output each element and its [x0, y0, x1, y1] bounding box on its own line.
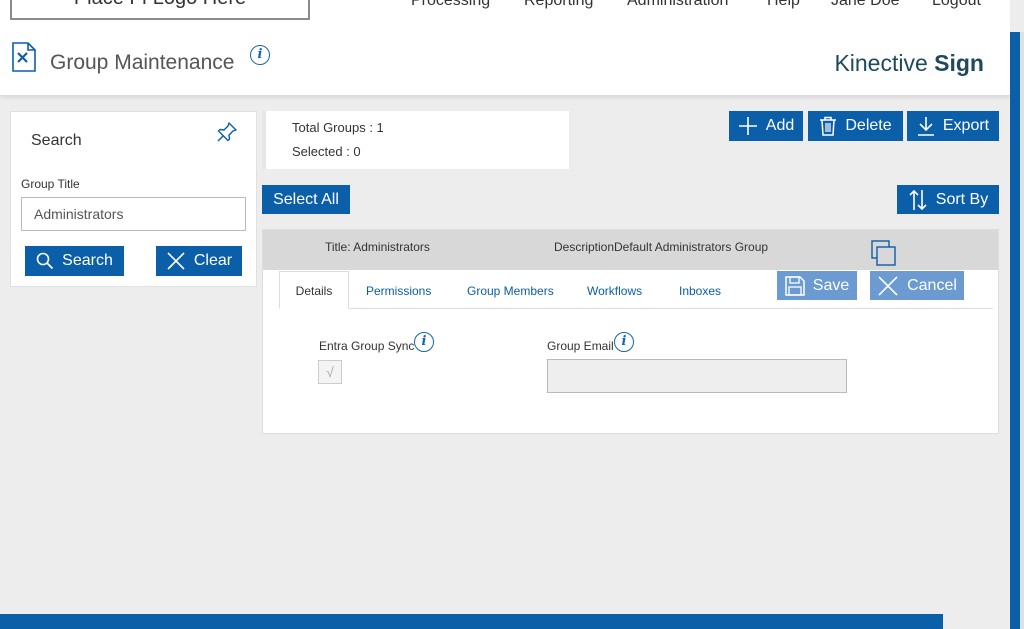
tab-inboxes[interactable]: Inboxes [679, 284, 721, 298]
sort-arrows-icon [909, 189, 927, 210]
entra-sync-info-icon[interactable]: i [414, 332, 434, 352]
search-button-label: Search [62, 252, 113, 269]
footer-bar [0, 614, 943, 629]
group-card-header[interactable]: Title: Administrators Description: Defau… [263, 230, 998, 270]
entra-group-sync-label: Entra Group Sync [319, 339, 415, 353]
nav-help[interactable]: Help [767, 0, 800, 10]
add-button-label: Add [765, 117, 795, 134]
group-email-info-icon[interactable]: i [614, 332, 634, 352]
export-button-label: Export [942, 117, 990, 134]
pin-icon[interactable] [215, 120, 239, 144]
delete-button-label: Delete [845, 117, 892, 134]
cancel-button[interactable]: Cancel [870, 271, 964, 300]
download-icon [917, 117, 934, 136]
sort-by-label: Sort By [935, 190, 989, 208]
nav-user-name[interactable]: Jane Doe [831, 0, 900, 10]
document-tools-icon [12, 42, 36, 72]
page-info-icon[interactable]: i [250, 45, 270, 65]
close-icon [167, 252, 185, 270]
nav-administration[interactable]: Administration [627, 0, 728, 10]
select-all-label: Select All [273, 190, 339, 208]
group-title-text: Title: Administrators [325, 240, 430, 254]
fi-logo-placeholder: Place FI Logo Here [10, 0, 310, 20]
group-email-input[interactable] [547, 359, 847, 393]
total-groups-count: Total Groups : 1 [292, 120, 384, 135]
tab-group-members[interactable]: Group Members [467, 284, 554, 298]
search-panel: Search Group Title Search Clear [10, 111, 257, 287]
group-title-label: Group Title [21, 177, 80, 191]
scrollbar-track [1020, 32, 1024, 629]
export-button[interactable]: Export [907, 111, 999, 141]
nav-logout[interactable]: Logout [932, 0, 981, 10]
entra-group-sync-checkbox[interactable]: √ [318, 360, 342, 384]
delete-button[interactable]: Delete [808, 111, 903, 141]
copy-icon[interactable] [871, 240, 897, 266]
results-summary: Total Groups : 1 Selected : 0 [262, 111, 569, 169]
sort-by-button[interactable]: Sort By [897, 185, 999, 214]
plus-icon [738, 117, 757, 135]
save-button-label: Save [812, 276, 850, 294]
group-description-value: Default Administrators Group [614, 240, 769, 254]
tab-details[interactable]: Details [279, 271, 349, 309]
group-description-label: Description: [554, 240, 614, 254]
group-email-label: Group Email [547, 339, 614, 353]
save-button[interactable]: Save [777, 271, 857, 300]
save-disk-icon [785, 275, 805, 296]
group-title-input[interactable] [21, 197, 246, 231]
close-icon [878, 275, 898, 296]
page-header: Group Maintenance i Kinective Sign [0, 28, 1010, 96]
group-detail-card: Title: Administrators Description: Defau… [262, 229, 999, 434]
search-button[interactable]: Search [25, 246, 124, 276]
trash-icon [820, 116, 837, 136]
nav-processing[interactable]: Processing [411, 0, 490, 10]
add-button[interactable]: Add [729, 111, 803, 141]
tab-permissions[interactable]: Permissions [366, 284, 431, 298]
page-title: Group Maintenance [50, 51, 235, 74]
selected-count: Selected : 0 [292, 144, 361, 159]
clear-button-label: Clear [193, 252, 233, 269]
clear-button[interactable]: Clear [156, 246, 242, 276]
search-icon [36, 252, 54, 270]
select-all-button[interactable]: Select All [262, 185, 350, 214]
cancel-button-label: Cancel [907, 276, 957, 294]
tabs-divider [279, 308, 993, 309]
tab-workflows[interactable]: Workflows [587, 284, 642, 298]
search-panel-title: Search [31, 132, 82, 149]
brand-logo: Kinective Sign [834, 50, 984, 76]
top-nav: Place FI Logo Here Processing Reporting … [0, 0, 1010, 28]
nav-reporting[interactable]: Reporting [524, 0, 593, 10]
